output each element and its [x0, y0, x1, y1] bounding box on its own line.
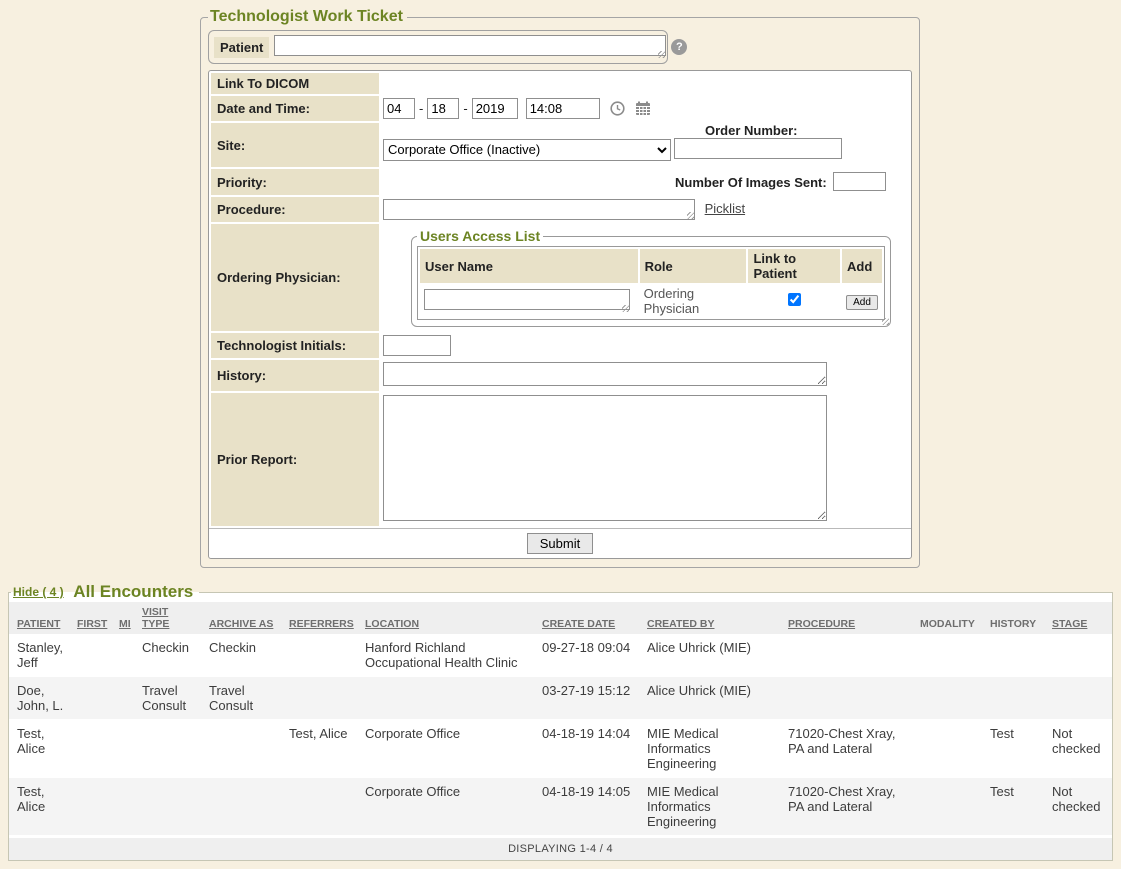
year-input[interactable]: [472, 98, 518, 119]
column-header-add: Add: [842, 249, 882, 283]
procedure-row: Procedure: Picklist: [211, 197, 909, 222]
table-row[interactable]: Test, Alice Corporate Office 04-18-19 14…: [9, 778, 1112, 836]
table-row[interactable]: Test, Alice Test, Alice Corporate Office…: [9, 720, 1112, 778]
submit-button[interactable]: Submit: [527, 533, 593, 554]
prior-report-label: Prior Report:: [211, 393, 379, 526]
link-to-patient-checkbox[interactable]: [788, 293, 801, 306]
column-header-procedure[interactable]: PROCEDURE: [780, 602, 912, 634]
column-header-created-by[interactable]: CREATED BY: [639, 602, 780, 634]
history-textarea[interactable]: [383, 362, 827, 386]
clock-icon[interactable]: [610, 101, 625, 116]
encounters-table: PATIENT FIRST MI VISIT TYPE ARCHIVE AS R…: [9, 602, 1112, 836]
column-header-first[interactable]: FIRST: [69, 602, 111, 634]
column-header-archive-as[interactable]: ARCHIVE AS: [201, 602, 281, 634]
history-row: History:: [211, 360, 909, 391]
prior-report-row: Prior Report:: [211, 393, 909, 526]
column-header-role: Role: [640, 249, 747, 283]
picklist-link[interactable]: Picklist: [705, 201, 745, 216]
column-header-link-to-patient: Link to Patient: [748, 249, 840, 283]
order-number-block: Order Number:: [674, 123, 842, 159]
date-time-label: Date and Time:: [211, 96, 379, 121]
order-number-label: Order Number:: [705, 123, 842, 138]
images-sent-label: Number Of Images Sent:: [675, 175, 827, 190]
table-row[interactable]: Stanley, Jeff Checkin Checkin Hanford Ri…: [9, 634, 1112, 677]
day-input[interactable]: [427, 98, 459, 119]
users-access-list-row: Ordering Physician Add: [420, 285, 882, 317]
submit-row: Submit: [209, 528, 911, 558]
procedure-input-wrap: [383, 199, 695, 220]
images-sent-input[interactable]: [833, 172, 886, 191]
column-header-history: HISTORY: [982, 602, 1044, 634]
priority-row: Priority: Number Of Images Sent:: [211, 169, 909, 195]
tech-initials-label: Technologist Initials:: [211, 333, 379, 358]
column-header-visit-type[interactable]: VISIT TYPE: [134, 602, 201, 634]
column-header-patient[interactable]: PATIENT: [9, 602, 69, 634]
table-row[interactable]: Doe, John, L. Travel Consult Travel Cons…: [9, 677, 1112, 720]
add-button[interactable]: Add: [846, 295, 878, 310]
procedure-input[interactable]: [383, 199, 695, 220]
all-encounters-title: All Encounters: [73, 582, 193, 601]
encounters-header-row: PATIENT FIRST MI VISIT TYPE ARCHIVE AS R…: [9, 602, 1112, 634]
ordering-physician-row: Ordering Physician: Users Access List Us…: [211, 224, 909, 331]
date-time-row: Date and Time: - -: [211, 96, 909, 121]
column-header-referrers[interactable]: REFERRERS: [281, 602, 357, 634]
patient-row: Patient ?: [208, 30, 668, 64]
ordering-physician-label: Ordering Physician:: [211, 224, 379, 331]
tech-initials-input[interactable]: [383, 335, 451, 356]
link-to-dicom-row: Link To DICOM: [211, 73, 909, 94]
help-icon[interactable]: ?: [671, 39, 687, 55]
patient-input[interactable]: [274, 35, 666, 56]
site-select[interactable]: Corporate Office (Inactive): [383, 139, 671, 161]
column-header-create-date[interactable]: CREATE DATE: [534, 602, 639, 634]
column-header-stage[interactable]: STAGE: [1044, 602, 1112, 634]
column-header-location[interactable]: LOCATION: [357, 602, 534, 634]
site-row: Site: Corporate Office (Inactive) Order …: [211, 123, 909, 167]
site-label: Site:: [211, 123, 379, 167]
pagination-status: DISPLAYING 1-4 / 4: [9, 836, 1112, 860]
column-header-mi[interactable]: MI: [111, 602, 134, 634]
work-ticket-section: Technologist Work Ticket Patient ? Link …: [0, 0, 1121, 568]
user-name-input[interactable]: [424, 289, 630, 310]
role-value: Ordering Physician: [640, 285, 747, 317]
order-number-input[interactable]: [674, 138, 842, 159]
column-header-user-name: User Name: [420, 249, 638, 283]
work-ticket-title: Technologist Work Ticket: [208, 8, 407, 26]
prior-report-textarea[interactable]: [383, 395, 827, 521]
history-label: History:: [211, 360, 379, 391]
work-ticket-fieldset: Technologist Work Ticket Patient ? Link …: [200, 8, 920, 568]
form-body: Link To DICOM Date and Time: - -: [208, 70, 912, 559]
patient-input-wrap: [274, 35, 666, 59]
user-name-input-wrap: [424, 289, 630, 313]
all-encounters-panel: Hide ( 4 ) All Encounters PATIENT FIRST …: [8, 582, 1113, 861]
column-header-modality: MODALITY: [912, 602, 982, 634]
calendar-icon[interactable]: [635, 101, 651, 116]
users-access-list-fieldset: Users Access List User Name Role Link to…: [411, 228, 891, 327]
time-input[interactable]: [526, 98, 600, 119]
procedure-label: Procedure:: [211, 197, 379, 222]
all-encounters-legend: Hide ( 4 ) All Encounters: [11, 582, 199, 602]
users-access-list-title: Users Access List: [417, 228, 543, 244]
patient-label: Patient: [214, 37, 269, 58]
hide-link[interactable]: Hide ( 4 ): [13, 585, 64, 599]
month-input[interactable]: [383, 98, 415, 119]
date-separator: -: [419, 101, 423, 116]
priority-label: Priority:: [211, 169, 379, 195]
link-to-dicom-label: Link To DICOM: [211, 73, 379, 94]
date-separator: -: [463, 101, 467, 116]
tech-initials-row: Technologist Initials:: [211, 333, 909, 358]
